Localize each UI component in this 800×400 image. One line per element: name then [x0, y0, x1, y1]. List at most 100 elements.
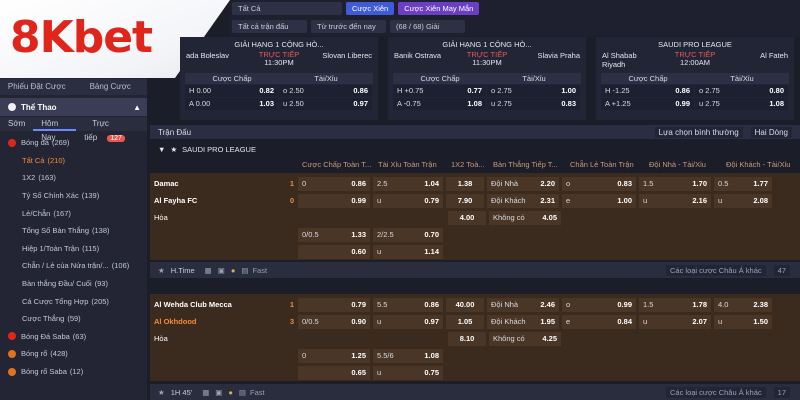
odds-cell[interactable]: u 2.07: [639, 314, 711, 329]
more-markets-select[interactable]: Các loại cược Châu Á khác: [666, 386, 766, 398]
odds-cell[interactable]: Không có 4.25: [489, 331, 561, 346]
fast-bet-label[interactable]: Fast: [250, 388, 265, 397]
fast-bet-label[interactable]: Fast: [252, 266, 267, 275]
odds-cell[interactable]: 2.5 1.04: [373, 176, 443, 191]
sidebar-item-saba-football[interactable]: Bóng Đá Saba (63): [0, 328, 147, 346]
odds-cell[interactable]: Đội Khách 1.95: [487, 314, 559, 329]
fast-icon[interactable]: ▤: [241, 266, 248, 275]
odds-cell[interactable]: u 2.75 0.83: [487, 98, 580, 110]
fast-icon[interactable]: ▤: [239, 388, 246, 397]
odds-cell[interactable]: A -0.75 1.08: [393, 98, 486, 110]
odds-cell[interactable]: 0.5 1.77: [714, 176, 772, 191]
coin-icon[interactable]: ●: [228, 388, 233, 397]
star-icon[interactable]: ★: [170, 145, 177, 154]
odds-cell[interactable]: 0 0.86: [298, 176, 370, 191]
tab-bet-slip[interactable]: Phiếu Đặt Cược: [0, 79, 74, 95]
odds-cell[interactable]: u 0.75: [373, 365, 443, 380]
match-filter-select[interactable]: Tất cả trận đấu: [232, 20, 307, 33]
odds-cell[interactable]: A 0.00 1.03: [185, 98, 278, 110]
sidebar-item-odd-even[interactable]: Lẻ/Chẵn (167): [0, 204, 147, 222]
star-icon[interactable]: ★: [158, 388, 165, 397]
filter-all-select[interactable]: Tất Cả: [232, 2, 342, 15]
odds-cell[interactable]: u 2.75 1.08: [695, 98, 788, 110]
sidebar-item-correct-score[interactable]: Tỷ Số Chính Xác (139): [0, 187, 147, 205]
brand-logo[interactable]: 8Kbet: [10, 12, 153, 63]
odds-cell[interactable]: u 0.97: [373, 314, 443, 329]
chevron-up-icon[interactable]: ▲: [133, 103, 141, 112]
odds-cell[interactable]: 8.10: [448, 331, 486, 346]
odds-cell[interactable]: 1.38: [446, 176, 484, 191]
odds-cell[interactable]: u 1.14: [373, 244, 443, 259]
chevron-down-icon[interactable]: ▼: [158, 145, 165, 154]
odds-cell[interactable]: o 2.75 0.80: [695, 85, 788, 97]
odds-cell[interactable]: 0.79: [298, 297, 370, 312]
odds-cell[interactable]: 0.65: [298, 365, 370, 380]
stats-icon[interactable]: ▦: [205, 266, 212, 275]
odds-cell[interactable]: u 0.79: [373, 193, 443, 208]
odds-cell[interactable]: u 2.16: [639, 193, 711, 208]
sidebar-item-mixed-parlay[interactable]: Cá Cược Tổng Hợp (205): [0, 292, 147, 310]
odds-cell[interactable]: 1.05: [446, 314, 484, 329]
odds-cell[interactable]: o 2.75 1.00: [487, 85, 580, 97]
odds-cell[interactable]: A +1.25 0.99: [601, 98, 694, 110]
filter-today[interactable]: Hôm Nay: [33, 117, 77, 142]
odds-cell[interactable]: 5.5 0.86: [373, 297, 443, 312]
odds-cell[interactable]: o 0.99: [562, 297, 636, 312]
sidebar-item-football[interactable]: Bóng đá (269): [0, 134, 147, 152]
live-card[interactable]: GIẢI HẠNG 1 CỘNG HÒ... Banik Ostrava TRỰ…: [388, 37, 586, 120]
sidebar-item-total-goals[interactable]: Tổng Số Bàn Thắng (138): [0, 222, 147, 240]
sport-header[interactable]: Thể Thao ▲: [0, 98, 147, 116]
more-markets-select[interactable]: Các loại cược Châu Á khác: [666, 264, 766, 276]
odds-cell[interactable]: H -1.25 0.86: [601, 85, 694, 97]
sidebar-item-half-odd-even[interactable]: Chẵn / Lẻ của Nửa trận/... (106): [0, 257, 147, 275]
tv-icon[interactable]: ▣: [218, 266, 225, 275]
filter-live[interactable]: Trực tiếp 127: [76, 117, 147, 142]
odds-cell[interactable]: u 2.50 0.97: [279, 98, 372, 110]
lucky-parlay-button[interactable]: Cược Xiên May Mắn: [398, 2, 480, 15]
odds-cell[interactable]: e 0.84: [562, 314, 636, 329]
live-card[interactable]: GIẢI HẠNG 1 CỘNG HÒ... ada Boleslav TRỰC…: [180, 37, 378, 120]
live-card[interactable]: SAUDI PRO LEAGUE Al Shabab Riyadh TRỰC T…: [596, 37, 794, 120]
market-count[interactable]: 47: [773, 264, 790, 276]
odds-cell[interactable]: Đội Khách 2.31: [487, 193, 559, 208]
sidebar-item-first-last-goal[interactable]: Bàn thắng Đầu/ Cuối (93): [0, 275, 147, 293]
sidebar-item-1x2[interactable]: 1X2 (163): [0, 169, 147, 187]
coin-icon[interactable]: ●: [231, 266, 236, 275]
stats-icon[interactable]: ▦: [202, 388, 209, 397]
sidebar-item-saba-basketball[interactable]: Bóng rổ Saba (12): [0, 363, 147, 381]
league-count[interactable]: (68 / 68) Giải: [390, 20, 465, 33]
odds-cell[interactable]: 0.99: [298, 193, 370, 208]
odds-cell[interactable]: 7.90: [446, 193, 484, 208]
odds-cell[interactable]: u 1.50: [714, 314, 772, 329]
odds-cell[interactable]: o 2.50 0.86: [279, 85, 372, 97]
odds-cell[interactable]: o 0.83: [562, 176, 636, 191]
odds-cell[interactable]: Đội Nhà 2.20: [487, 176, 559, 191]
odds-cell[interactable]: H +0.75 0.77: [393, 85, 486, 97]
tab-bet-list[interactable]: Bảng Cược: [74, 79, 148, 95]
sidebar-item-all[interactable]: Tất Cả (210): [0, 152, 147, 170]
filter-early[interactable]: Sớm: [0, 117, 33, 131]
odds-cell[interactable]: 40.00: [446, 297, 484, 312]
sidebar-item-basketball[interactable]: Bóng rổ (428): [0, 345, 147, 363]
parlay-button[interactable]: Cược Xiên: [346, 2, 395, 15]
view-select[interactable]: Lựa chọn bình thường: [654, 126, 743, 138]
star-icon[interactable]: ★: [158, 266, 165, 275]
odds-cell[interactable]: Không có 4.05: [489, 210, 561, 225]
odds-cell[interactable]: H 0.00 0.82: [185, 85, 278, 97]
sidebar-item-half-full[interactable]: Hiệp 1/Toàn Trận (115): [0, 240, 147, 258]
line-mode-select[interactable]: Hai Dòng: [750, 126, 792, 138]
odds-cell[interactable]: 0/0.5 1.33: [298, 227, 370, 242]
league-header[interactable]: ▼ ★ SAUDI PRO LEAGUE: [150, 142, 800, 156]
odds-cell[interactable]: e 1.00: [562, 193, 636, 208]
odds-cell[interactable]: 1.5 1.78: [639, 297, 711, 312]
odds-cell[interactable]: 5.5/6 1.08: [373, 348, 443, 363]
odds-cell[interactable]: 0 1.25: [298, 348, 370, 363]
odds-cell[interactable]: 2/2.5 0.70: [373, 227, 443, 242]
odds-cell[interactable]: 0.60: [298, 244, 370, 259]
sidebar-item-outright[interactable]: Cược Thắng (59): [0, 310, 147, 328]
odds-cell[interactable]: 1.5 1.70: [639, 176, 711, 191]
sort-select[interactable]: Từ trước đến nay: [311, 20, 386, 33]
odds-cell[interactable]: 4.00: [448, 210, 486, 225]
tv-icon[interactable]: ▣: [215, 388, 222, 397]
odds-cell[interactable]: 0/0.5 0.90: [298, 314, 370, 329]
